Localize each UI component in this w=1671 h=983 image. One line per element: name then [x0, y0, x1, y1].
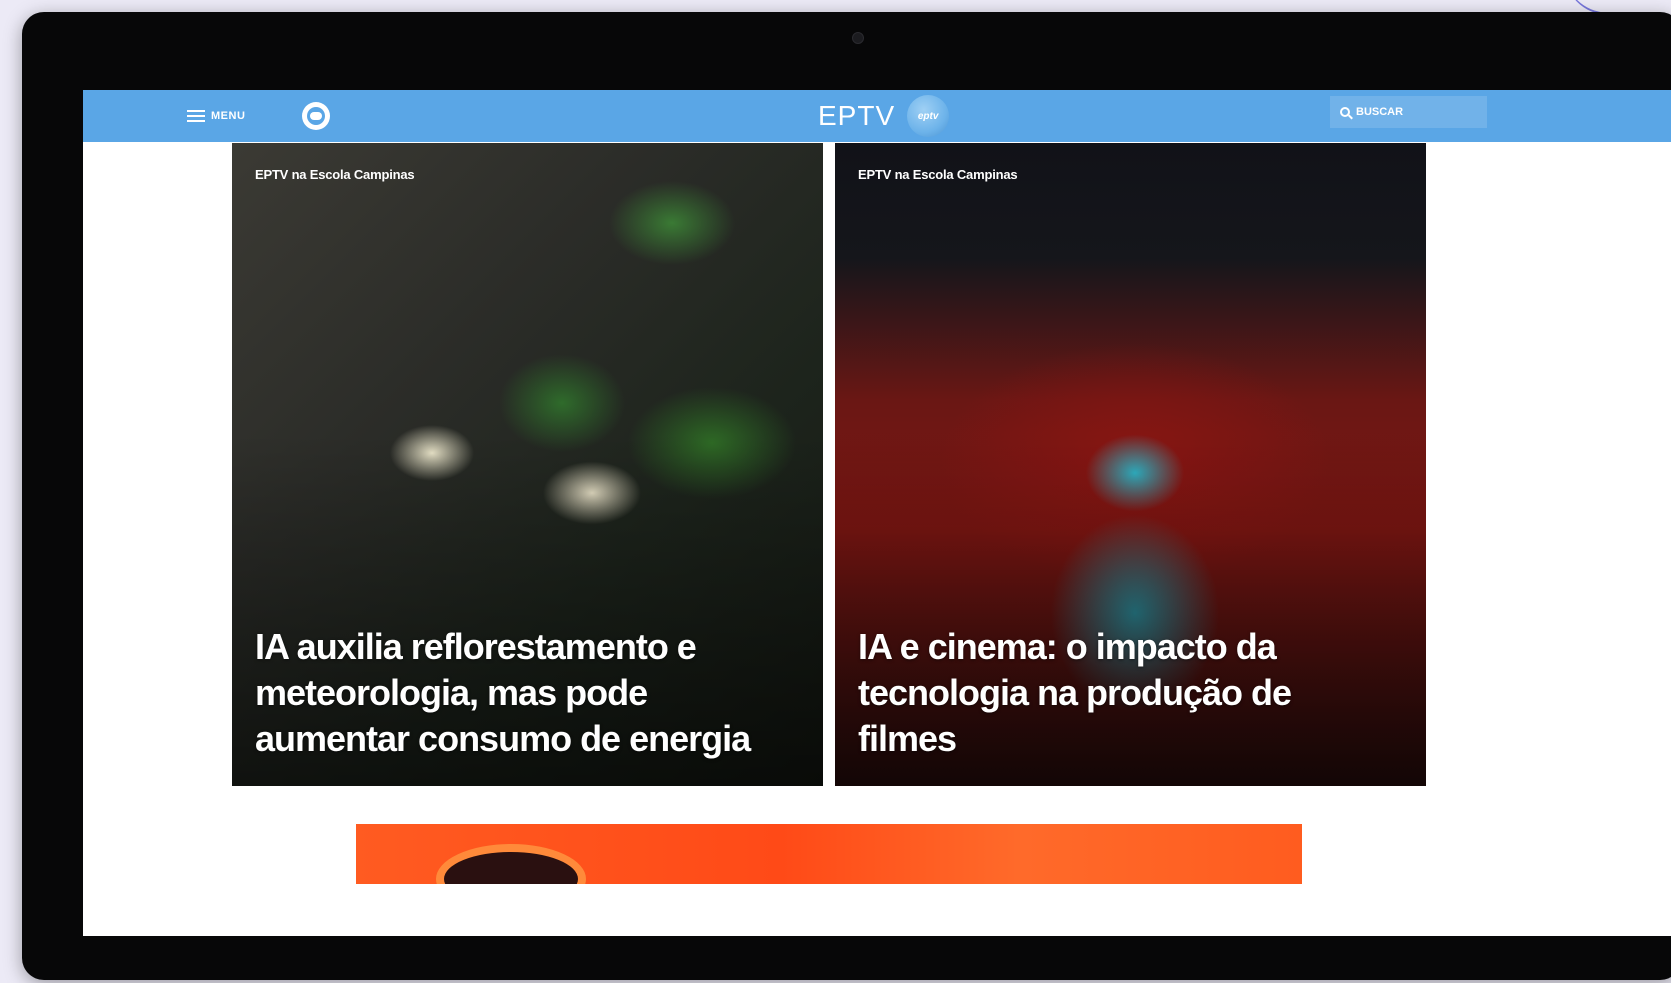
- card-title[interactable]: IA e cinema: o impacto da tecnologia na …: [858, 624, 1398, 762]
- search-button[interactable]: BUSCAR: [1330, 96, 1487, 128]
- menu-label: MENU: [211, 110, 246, 122]
- brand-logo-text: eptv: [917, 110, 939, 122]
- news-card-reforestation[interactable]: EPTV na Escola Campinas IA auxilia reflo…: [232, 143, 823, 786]
- promo-banner[interactable]: [356, 824, 1302, 884]
- camera-dot: [852, 32, 864, 44]
- card-tag[interactable]: EPTV na Escola Campinas: [255, 167, 415, 182]
- monitor-frame: MENU EPTV eptv BUSCAR EPTV na Escola Cam…: [22, 12, 1671, 980]
- brand-name: EPTV: [818, 100, 896, 131]
- menu-button[interactable]: MENU: [187, 106, 245, 126]
- search-icon: [1340, 107, 1350, 117]
- site-header: MENU EPTV eptv BUSCAR: [83, 90, 1671, 142]
- globo-logo-icon[interactable]: [302, 102, 330, 130]
- search-label: BUSCAR: [1356, 106, 1404, 118]
- brand-logo-icon: eptv: [907, 95, 950, 137]
- card-tag[interactable]: EPTV na Escola Campinas: [858, 167, 1018, 182]
- hamburger-icon: [187, 110, 205, 122]
- browser-viewport: MENU EPTV eptv BUSCAR EPTV na Escola Cam…: [83, 90, 1671, 936]
- card-title[interactable]: IA auxilia reflorestamento e meteorologi…: [255, 624, 795, 762]
- news-card-cinema[interactable]: EPTV na Escola Campinas IA e cinema: o i…: [835, 143, 1426, 786]
- stage: MENU EPTV eptv BUSCAR EPTV na Escola Cam…: [0, 0, 1671, 983]
- site-brand[interactable]: EPTV eptv: [818, 95, 950, 137]
- banner-graphic: [436, 844, 586, 884]
